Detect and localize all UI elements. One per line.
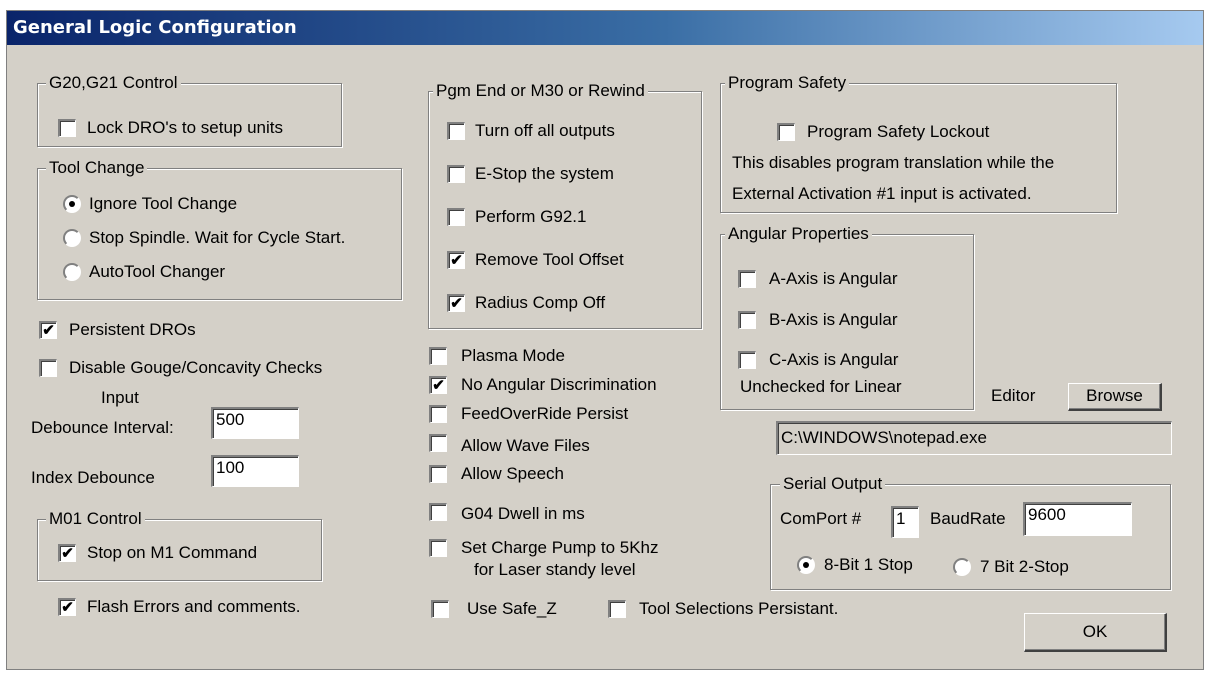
comport-input[interactable]: 1 <box>891 506 919 538</box>
tool-selections-label: Tool Selections Persistant. <box>639 599 839 618</box>
seven-bit-label: 7 Bit 2-Stop <box>980 557 1069 576</box>
debounce-interval-label: Debounce Interval: <box>31 418 174 437</box>
g04-dwell-checkbox[interactable] <box>429 503 447 521</box>
stop-on-m1-checkbox[interactable]: ✔ <box>58 544 76 562</box>
index-debounce-label: Index Debounce <box>31 468 155 487</box>
turn-off-outputs-label: Turn off all outputs <box>475 121 615 140</box>
program-safety-desc-line2: External Activation #1 input is activate… <box>732 184 1032 203</box>
serial-output-legend: Serial Output <box>780 474 886 494</box>
allow-speech-label: Allow Speech <box>461 464 565 483</box>
estop-system-checkbox[interactable] <box>447 165 465 183</box>
lock-dros-label: Lock DRO's to setup units <box>87 118 283 137</box>
remove-tool-offset-label: Remove Tool Offset <box>475 250 624 269</box>
program-safety-legend: Program Safety <box>725 73 850 93</box>
flash-errors-checkbox[interactable]: ✔ <box>58 598 76 616</box>
charge-pump-checkbox[interactable] <box>429 539 447 557</box>
no-angular-label: No Angular Discrimination <box>461 375 657 394</box>
editor-label: Editor <box>991 386 1036 405</box>
browse-button[interactable]: Browse <box>1068 383 1162 411</box>
wave-files-label: Allow Wave Files <box>461 436 590 455</box>
a-axis-angular-checkbox[interactable] <box>738 270 756 288</box>
stop-on-m1-label: Stop on M1 Command <box>87 543 258 562</box>
program-safety-desc-line1: This disables program translation while … <box>732 153 1055 172</box>
b-axis-angular-checkbox[interactable] <box>738 311 756 329</box>
perform-g92-checkbox[interactable] <box>447 208 465 226</box>
ignore-tool-change-label: Ignore Tool Change <box>89 194 238 213</box>
feed-override-checkbox[interactable] <box>429 405 447 423</box>
charge-pump-label: Set Charge Pump to 5Khz <box>461 538 659 557</box>
program-safety-lockout-checkbox[interactable] <box>777 123 795 141</box>
g04-dwell-label: G04 Dwell in ms <box>461 504 585 523</box>
use-safe-z-label: Use Safe_Z <box>467 599 557 618</box>
eight-bit-label: 8-Bit 1 Stop <box>824 555 913 574</box>
ok-button[interactable]: OK <box>1024 613 1167 652</box>
no-angular-checkbox[interactable]: ✔ <box>429 376 447 394</box>
estop-system-label: E-Stop the system <box>475 164 614 183</box>
remove-tool-offset-checkbox[interactable]: ✔ <box>447 251 465 269</box>
use-safe-z-checkbox[interactable] <box>431 600 449 618</box>
unchecked-linear-note: Unchecked for Linear <box>740 377 902 396</box>
feed-override-label: FeedOverRide Persist <box>461 404 629 423</box>
plasma-mode-label: Plasma Mode <box>461 346 565 365</box>
autotool-changer-radio[interactable] <box>63 263 81 281</box>
charge-pump-label-line2: for Laser standy level <box>474 560 636 579</box>
a-axis-angular-label: A-Axis is Angular <box>769 269 898 288</box>
window-title: General Logic Configuration <box>13 17 297 38</box>
index-debounce-input[interactable]: 100 <box>211 455 299 487</box>
allow-speech-checkbox[interactable] <box>429 465 447 483</box>
disable-gouge-checkbox[interactable] <box>39 359 57 377</box>
disable-gouge-label: Disable Gouge/Concavity Checks <box>69 358 323 377</box>
stop-spindle-radio[interactable] <box>63 229 81 247</box>
angular-properties-legend: Angular Properties <box>725 224 872 244</box>
radius-comp-off-checkbox[interactable]: ✔ <box>447 294 465 312</box>
comport-label: ComPort # <box>780 509 862 528</box>
flash-errors-label: Flash Errors and comments. <box>87 597 301 616</box>
persistent-dros-checkbox[interactable]: ✔ <box>39 321 57 339</box>
ignore-tool-change-radio[interactable] <box>63 195 81 213</box>
pgm-end-legend: Pgm End or M30 or Rewind <box>433 81 648 101</box>
turn-off-outputs-checkbox[interactable] <box>447 122 465 140</box>
title-bar[interactable]: General Logic Configuration <box>7 11 1203 45</box>
tool-change-legend: Tool Change <box>46 158 148 178</box>
eight-bit-radio[interactable] <box>797 556 815 574</box>
wave-files-checkbox[interactable] <box>429 434 447 452</box>
radius-comp-off-label: Radius Comp Off <box>475 293 606 312</box>
c-axis-angular-checkbox[interactable] <box>738 351 756 369</box>
persistent-dros-label: Persistent DROs <box>69 320 196 339</box>
tool-selections-checkbox[interactable] <box>608 600 626 618</box>
autotool-changer-label: AutoTool Changer <box>89 262 226 281</box>
baudrate-input[interactable]: 9600 <box>1023 502 1132 536</box>
input-label: Input <box>101 388 139 407</box>
baudrate-label: BaudRate <box>930 509 1006 528</box>
lock-dros-checkbox[interactable] <box>58 119 76 137</box>
m01-control-legend: M01 Control <box>46 509 145 529</box>
g20-g21-legend: G20,G21 Control <box>46 73 181 93</box>
perform-g92-label: Perform G92.1 <box>475 207 587 226</box>
plasma-mode-checkbox[interactable] <box>429 347 447 365</box>
c-axis-angular-label: C-Axis is Angular <box>769 350 899 369</box>
dialog-window: General Logic Configuration G20,G21 Cont… <box>6 10 1204 670</box>
editor-path-field[interactable]: C:\WINDOWS\notepad.exe <box>776 421 1172 455</box>
stop-spindle-label: Stop Spindle. Wait for Cycle Start. <box>89 228 346 247</box>
b-axis-angular-label: B-Axis is Angular <box>769 310 898 329</box>
program-safety-lockout-label: Program Safety Lockout <box>807 122 990 141</box>
seven-bit-radio[interactable] <box>953 558 971 576</box>
debounce-interval-input[interactable]: 500 <box>211 407 299 439</box>
